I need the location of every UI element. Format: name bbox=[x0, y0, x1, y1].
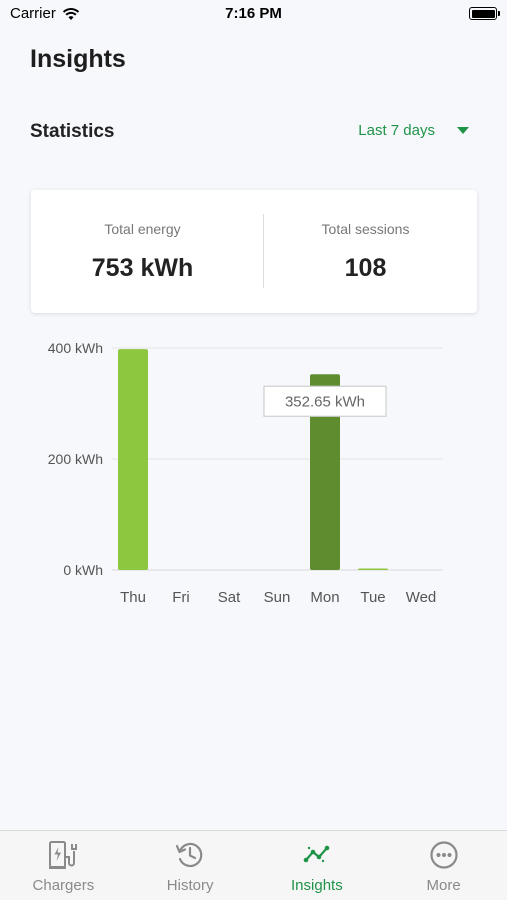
bar-tue bbox=[358, 568, 388, 570]
caret-down-icon bbox=[457, 127, 469, 134]
total-energy-metric: Total energy 753 kWh bbox=[31, 190, 254, 313]
status-time: 7:16 PM bbox=[225, 5, 282, 22]
x-tick-label: Sat bbox=[218, 589, 241, 606]
history-icon bbox=[176, 842, 203, 868]
more-icon bbox=[430, 841, 458, 869]
energy-bar-chart[interactable]: 0 kWh 200 kWh 400 kWh Thu Fri Sat Sun Mon Tue Wed… bbox=[0, 330, 507, 620]
bar-thu bbox=[118, 349, 148, 570]
date-range-label: Last 7 days bbox=[358, 122, 435, 139]
x-tick-label: Tue bbox=[360, 589, 385, 606]
chart-tooltip-label: 352.65 kWh bbox=[285, 393, 365, 410]
charger-icon bbox=[49, 841, 78, 869]
total-sessions-value: 108 bbox=[344, 254, 387, 282]
x-tick-label: Fri bbox=[172, 589, 190, 606]
battery-icon bbox=[469, 7, 500, 20]
tab-history[interactable]: History bbox=[127, 831, 254, 900]
total-sessions-metric: Total sessions 108 bbox=[254, 190, 477, 313]
status-bar: Carrier 7:16 PM bbox=[0, 0, 507, 28]
total-energy-label: Total energy bbox=[104, 221, 181, 237]
tab-chargers-label: Chargers bbox=[32, 877, 95, 894]
x-tick-label: Sun bbox=[264, 589, 291, 606]
tab-insights-label: Insights bbox=[291, 877, 343, 894]
y-tick-label: 400 kWh bbox=[48, 340, 103, 356]
total-energy-value: 753 kWh bbox=[91, 254, 194, 282]
tab-bar: Chargers History Insights More bbox=[0, 830, 507, 900]
insights-icon bbox=[303, 845, 330, 863]
total-sessions-label: Total sessions bbox=[321, 221, 410, 237]
tab-more[interactable]: More bbox=[380, 831, 507, 900]
date-range-dropdown[interactable]: Last 7 days bbox=[358, 122, 469, 139]
summary-card: Total energy 753 kWh Total sessions 108 bbox=[31, 190, 477, 313]
tab-history-label: History bbox=[166, 877, 214, 894]
page-title: Insights bbox=[30, 45, 126, 73]
x-tick-label: Thu bbox=[120, 589, 146, 606]
statistics-title: Statistics bbox=[30, 121, 115, 142]
y-tick-label: 200 kWh bbox=[48, 451, 103, 467]
tab-insights[interactable]: Insights bbox=[254, 831, 381, 900]
x-tick-label: Wed bbox=[406, 589, 437, 606]
tab-chargers[interactable]: Chargers bbox=[0, 831, 127, 900]
tab-more-label: More bbox=[426, 877, 461, 894]
x-tick-label: Mon bbox=[310, 589, 339, 606]
y-tick-label: 0 kWh bbox=[63, 562, 103, 578]
